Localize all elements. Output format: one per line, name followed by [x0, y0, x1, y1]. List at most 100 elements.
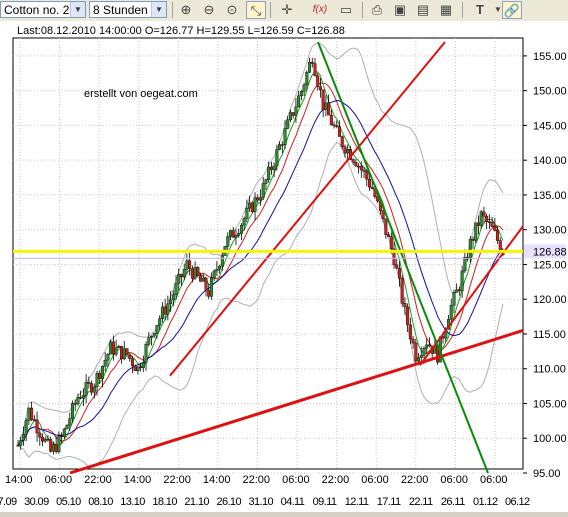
candle-body: [496, 230, 500, 241]
candle-body: [403, 303, 407, 308]
candle-body: [24, 420, 28, 435]
chevron-down-icon[interactable]: ▼: [151, 2, 166, 17]
candle-body: [73, 403, 77, 405]
candle-body: [136, 366, 140, 372]
timeframe-select[interactable]: 8 Stunden ▼: [89, 1, 167, 18]
zoom-in-icon[interactable]: ⊕: [176, 1, 196, 19]
candle-body: [280, 144, 284, 146]
x-time-label: 14:00: [124, 474, 152, 486]
symbol-select[interactable]: Cotton no. 2 ▼: [0, 1, 86, 18]
candle-body: [487, 221, 491, 224]
x-date-label: 26.11: [441, 496, 465, 508]
x-date-label: 04.11: [281, 496, 305, 508]
candle-body: [327, 102, 331, 116]
plot-frame: [12, 37, 524, 470]
candle-body: [179, 274, 183, 278]
zoom-out-icon[interactable]: ⊖: [199, 1, 219, 19]
y-tick-label: 150.00: [533, 86, 567, 98]
x-time-label: 22:00: [401, 474, 429, 486]
candle-body: [367, 179, 371, 188]
grid-icon[interactable]: ▦: [436, 1, 456, 19]
candle-body: [468, 238, 472, 260]
candle-body: [60, 435, 64, 438]
candle-body: [128, 354, 132, 359]
x-date-label: 12.11: [345, 496, 369, 508]
save-icon[interactable]: ▣: [390, 1, 410, 19]
candle-body: [351, 159, 355, 163]
candle-body: [269, 166, 273, 170]
x-time-label: 22:00: [322, 474, 350, 486]
candle-body: [79, 397, 83, 399]
candle-body: [384, 218, 388, 235]
candle-body: [231, 230, 235, 238]
window-icon[interactable]: ▭: [336, 1, 356, 19]
candle-body: [471, 238, 475, 241]
x-time-label: 06:00: [45, 474, 73, 486]
candle-body: [169, 299, 173, 305]
candle-body: [417, 357, 421, 362]
link-icon[interactable]: 🔗: [502, 1, 522, 19]
candle-body: [237, 233, 241, 236]
x-time-label: 06:00: [440, 474, 468, 486]
candle-body: [256, 197, 260, 201]
candle-body: [62, 428, 66, 437]
candle-body: [84, 382, 88, 396]
x-date-label: 30.09: [24, 496, 49, 508]
print-icon[interactable]: ⎙: [367, 1, 387, 19]
candle-body: [68, 418, 72, 426]
candle-body: [316, 75, 320, 87]
candle-body: [291, 112, 295, 116]
toolbar: Cotton no. 2 ▼ 8 Stunden ▼ ⊕ ⊖ ⊙ ⤡ ✛ f(x…: [0, 0, 568, 22]
candle-body: [188, 260, 192, 269]
time-axis: 14:00 06:00 22:00 14:00 22:00 14:00 22:00 06:00…: [0, 474, 531, 508]
candle-body: [54, 444, 58, 452]
candle-body: [427, 344, 431, 347]
y-tick-label: 155.00: [533, 51, 567, 63]
candle-body: [177, 274, 181, 284]
export-icon[interactable]: ▤: [413, 1, 433, 19]
y-tick-label: 135.00: [533, 190, 567, 202]
candle-body: [150, 335, 154, 338]
candle-body: [297, 95, 301, 108]
candle-body: [414, 342, 418, 362]
text-icon[interactable]: T: [470, 1, 490, 19]
candle-body: [43, 438, 47, 442]
candle-body: [242, 218, 246, 226]
candle-body: [120, 346, 124, 360]
candle-body: [272, 165, 276, 170]
x-time-label: 22:00: [243, 474, 271, 486]
x-time-label: 06:00: [282, 474, 310, 486]
candle-body: [152, 333, 156, 337]
candle-body: [395, 264, 399, 269]
candle-body: [485, 215, 489, 223]
candle-body: [460, 270, 464, 292]
candle-body: [362, 169, 366, 172]
chart-area[interactable]: Last:08.12.2010 14:00:00 O=126.77 H=129.…: [0, 21, 568, 512]
separator: [270, 2, 271, 18]
candle-body: [305, 72, 309, 86]
candle-body: [171, 294, 175, 301]
chevron-down-icon[interactable]: ▼: [70, 2, 85, 17]
candle-body: [357, 165, 361, 168]
candle-body: [114, 347, 118, 355]
candle-body: [299, 91, 303, 97]
candle-body: [21, 434, 25, 441]
draw-line-icon[interactable]: ⤡: [246, 1, 266, 19]
separator: [362, 2, 363, 18]
candle-body: [207, 290, 211, 297]
crosshair-icon[interactable]: ✛: [277, 1, 297, 19]
candle-body: [239, 224, 243, 234]
zoom-reset-icon[interactable]: ⊙: [222, 1, 242, 19]
timeframe-value: 8 Stunden: [93, 3, 148, 17]
y-tick-label: 110.00: [533, 364, 566, 376]
price-chart[interactable]: Last:08.12.2010 14:00:00 O=126.77 H=129.…: [0, 21, 568, 512]
candle-body: [370, 186, 374, 189]
candle-body: [111, 341, 115, 355]
candle-body: [70, 403, 74, 419]
candle-body: [452, 292, 456, 306]
candle-body: [212, 270, 216, 279]
candle-body: [400, 277, 404, 304]
candle-body: [490, 222, 494, 228]
function-icon[interactable]: f(x): [310, 1, 330, 19]
candle-body: [397, 268, 401, 279]
